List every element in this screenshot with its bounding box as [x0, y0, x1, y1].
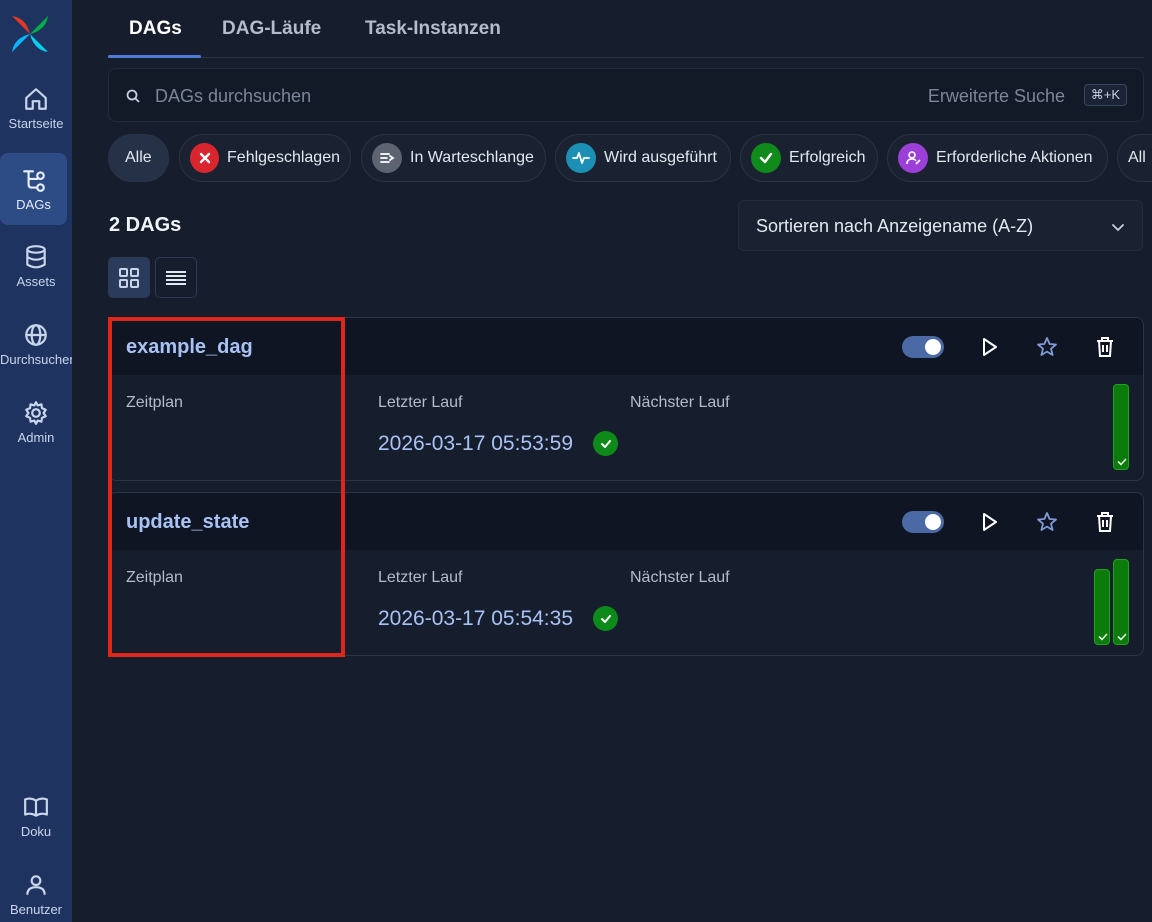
sidebar: Startseite DAGs Assets Durchsuchen Admin… — [0, 0, 72, 922]
run-bar[interactable] — [1094, 569, 1110, 645]
dag-card: update_state Zeitplan Letzter Lauf Nächs… — [108, 492, 1144, 656]
run-bar[interactable] — [1113, 384, 1129, 470]
filter-action-required[interactable]: Erforderliche Aktionen — [887, 134, 1108, 182]
filter-label: Wird ausgeführt — [604, 149, 717, 166]
filter-success[interactable]: Erfolgreich — [740, 134, 878, 182]
list-icon — [166, 270, 186, 285]
filter-running[interactable]: Wird ausgeführt — [555, 134, 731, 182]
filter-all-overflow[interactable]: All — [1117, 134, 1152, 182]
sidebar-item-admin[interactable]: Admin — [0, 386, 72, 458]
dag-pause-toggle[interactable] — [902, 336, 944, 358]
advanced-search-button[interactable]: Erweiterte Suche — [928, 86, 1065, 107]
star-icon[interactable] — [1035, 335, 1059, 359]
sidebar-item-label: Startseite — [8, 115, 64, 131]
tab-bar: DAGs DAG-Läufe Task-Instanzen — [108, 0, 1144, 58]
search-input[interactable] — [155, 83, 755, 109]
play-icon[interactable] — [977, 335, 1001, 359]
filter-failed[interactable]: Fehlgeschlagen — [179, 134, 351, 182]
filter-label: Alle — [125, 149, 152, 166]
sidebar-item-label: Admin — [17, 429, 55, 445]
card-view-button[interactable] — [108, 257, 150, 298]
trash-icon[interactable] — [1093, 510, 1117, 534]
dag-card-header: update_state — [109, 493, 1143, 550]
sidebar-item-dags[interactable]: DAGs — [0, 153, 67, 225]
sidebar-item-label: Benutzer — [9, 901, 63, 917]
last-run-date-link[interactable]: 2026-03-17 05:53:59 — [378, 432, 573, 456]
filter-all[interactable]: Alle — [108, 134, 169, 182]
airflow-logo-icon[interactable] — [8, 12, 52, 56]
globe-icon — [25, 323, 47, 346]
success-check-icon — [593, 606, 618, 631]
sidebar-item-user[interactable]: Benutzer — [0, 858, 72, 922]
sidebar-item-label: Assets — [16, 273, 56, 289]
search-icon — [126, 89, 140, 103]
dag-id-link[interactable]: example_dag — [126, 336, 253, 359]
queue-icon — [372, 143, 402, 173]
sort-label: Sortieren nach Anzeigename (A-Z) — [756, 216, 1034, 236]
sidebar-item-label: Durchsuchen — [0, 351, 72, 367]
tab-task-instances[interactable]: Task-Instanzen — [365, 18, 501, 40]
play-icon[interactable] — [977, 510, 1001, 534]
search-bar: Erweiterte Suche ⌘+K — [108, 68, 1144, 122]
filter-label: Erfolgreich — [789, 149, 866, 166]
success-check-icon — [593, 431, 618, 456]
home-icon — [25, 87, 47, 110]
filter-label: All — [1128, 149, 1146, 166]
user-icon — [26, 874, 46, 895]
next-run-label: Nächster Lauf — [630, 569, 730, 586]
dag-count: 2 DAGs — [109, 214, 182, 236]
last-run-date-link[interactable]: 2026-03-17 05:54:35 — [378, 607, 573, 631]
dag-pause-toggle[interactable] — [902, 511, 944, 533]
failed-icon — [190, 143, 220, 173]
sidebar-item-docs[interactable]: Doku — [0, 780, 72, 852]
trash-icon[interactable] — [1093, 335, 1117, 359]
filter-label: Fehlgeschlagen — [227, 149, 340, 166]
last-run-label: Letzter Lauf — [378, 394, 463, 411]
sidebar-item-browse[interactable]: Durchsuchen — [0, 308, 72, 380]
sidebar-item-home[interactable]: Startseite — [0, 72, 72, 144]
schedule-label: Zeitplan — [126, 569, 183, 586]
shortcut-hint: ⌘+K — [1083, 84, 1127, 106]
check-icon — [751, 143, 781, 173]
dag-id-link[interactable]: update_state — [126, 511, 249, 534]
book-icon — [24, 796, 48, 817]
database-icon — [26, 244, 46, 268]
dag-card-header: example_dag — [109, 318, 1143, 375]
user-action-icon — [898, 143, 928, 173]
next-run-label: Nächster Lauf — [630, 394, 730, 411]
gear-icon — [25, 400, 47, 425]
schedule-label: Zeitplan — [126, 394, 183, 411]
dag-icon — [22, 169, 45, 192]
star-icon[interactable] — [1035, 510, 1059, 534]
table-view-button[interactable] — [155, 257, 197, 298]
sort-select[interactable]: Sortieren nach Anzeigename (A-Z) — [738, 200, 1143, 251]
filter-label: In Warteschlange — [410, 149, 534, 166]
active-tab-indicator — [108, 55, 201, 58]
chevron-down-icon — [1112, 224, 1124, 232]
filter-queued[interactable]: In Warteschlange — [361, 134, 546, 182]
grid-icon — [119, 267, 139, 288]
tab-dag-runs[interactable]: DAG-Läufe — [222, 18, 321, 40]
activity-icon — [566, 143, 596, 173]
sidebar-item-label: Doku — [20, 823, 52, 839]
sidebar-item-assets[interactable]: Assets — [0, 230, 72, 302]
last-run-label: Letzter Lauf — [378, 569, 463, 586]
sidebar-item-label: DAGs — [16, 196, 51, 212]
run-bar[interactable] — [1113, 559, 1129, 645]
dag-card: example_dag Zeitplan Letzter Lauf Nächst… — [108, 317, 1144, 481]
tab-dags[interactable]: DAGs — [129, 18, 182, 40]
filter-label: Erforderliche Aktionen — [936, 149, 1093, 166]
